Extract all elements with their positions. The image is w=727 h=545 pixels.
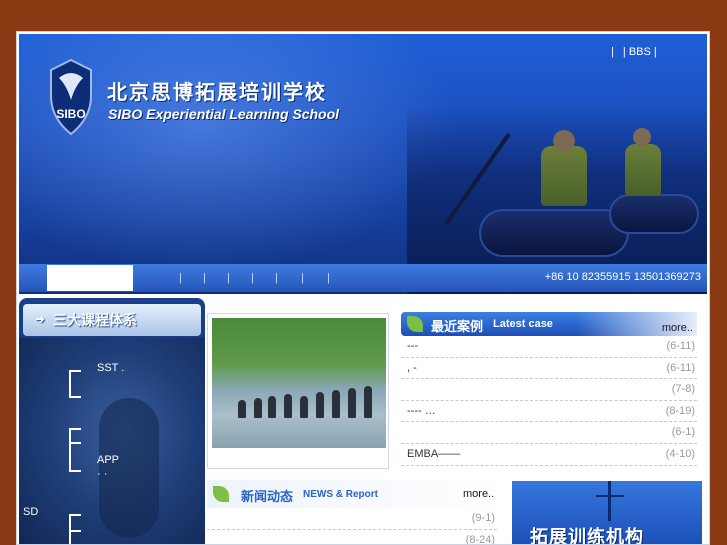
nav-bar: | | | | | | | +86 10 82355915 1350136927… — [19, 264, 707, 292]
logo-text: SIBO — [56, 107, 85, 121]
course-system-panel: ➜ 三大课程体系 SST . APP · · SD — [19, 298, 205, 544]
nav-home-tab[interactable] — [47, 265, 133, 291]
nav-separator: | — [251, 272, 254, 284]
nav-separator: | — [327, 272, 330, 284]
case-title[interactable]: --- — [407, 340, 418, 352]
course-item-dots: · · — [97, 468, 108, 480]
case-date: (4-10) — [665, 447, 695, 460]
top-link-divider: | — [611, 46, 614, 58]
case-date: (6-1) — [671, 426, 695, 439]
news-more-link[interactable]: more.. — [463, 488, 494, 500]
case-date: (8-19) — [665, 404, 695, 417]
tree-tick — [69, 514, 81, 516]
featured-photo-frame[interactable] — [207, 313, 389, 469]
river-crossing-photo — [212, 318, 386, 448]
top-links: | | BBS | — [611, 46, 663, 58]
leaf-icon — [407, 316, 423, 332]
banner: SIBO 北京思博拓展培训学校 SIBO Experiential Learni… — [19, 34, 707, 294]
list-item[interactable]: (7-8) — [401, 379, 697, 401]
news-date: (9-1) — [471, 512, 495, 524]
tree-tick — [69, 396, 81, 398]
rower-head-2 — [633, 128, 651, 146]
school-title-cn: 北京思博拓展培训学校 — [107, 82, 327, 104]
latest-case-title-en: Latest case — [493, 318, 553, 330]
tree-tick — [69, 470, 81, 472]
course-system-title: 三大课程体系 — [53, 312, 137, 328]
list-item[interactable]: ---- … (8-19) — [401, 401, 697, 423]
tree-connector — [69, 370, 71, 398]
raft-graphic-2 — [609, 194, 699, 234]
tree-tick — [69, 370, 81, 372]
pole-graphic — [608, 481, 611, 521]
latest-case-panel: 最近案例 Latest case more.. --- (6-11) , - (6-… — [401, 312, 697, 466]
nav-separator: | — [179, 272, 182, 284]
tree-tick — [69, 428, 81, 430]
page-frame: SIBO 北京思博拓展培训学校 SIBO Experiential Learni… — [16, 31, 710, 545]
rower-graphic-2 — [625, 144, 661, 196]
hikers-graphic — [232, 378, 382, 418]
school-title-en: SIBO Experiential Learning School — [108, 106, 340, 122]
nav-separator: | — [203, 272, 206, 284]
case-title[interactable]: ---- … — [407, 405, 436, 417]
course-item-sst[interactable]: SST . — [97, 362, 124, 374]
case-date: (7-8) — [671, 383, 695, 396]
list-item[interactable]: (6-1) — [401, 422, 697, 444]
news-date: (8-24) — [465, 533, 495, 545]
course-item-app[interactable]: APP — [97, 454, 119, 466]
tree-tick — [69, 442, 81, 444]
tree-tick — [69, 530, 81, 532]
rower-graphic — [541, 146, 587, 206]
bbs-link[interactable]: | BBS | — [623, 46, 657, 58]
case-date: (6-11) — [666, 340, 695, 352]
latest-case-header: 最近案例 Latest case more.. — [401, 312, 697, 336]
contact-phone: +86 10 82355915 13501369273 — [544, 271, 701, 283]
news-title-en: NEWS & Report — [303, 489, 378, 500]
latest-case-title-cn: 最近案例 — [431, 319, 484, 334]
list-item[interactable]: (9-1) — [207, 508, 497, 530]
training-ad-banner[interactable]: 拓展训练机构 — [512, 481, 702, 545]
list-item[interactable]: (8-24) — [207, 530, 497, 545]
news-title-cn: 新闻动态 — [241, 489, 294, 504]
tree-connector — [69, 428, 71, 472]
case-title[interactable]: EMBA—— — [407, 448, 460, 460]
raft-graphic — [479, 209, 629, 257]
arrow-right-icon: ➜ — [35, 312, 46, 326]
list-item[interactable]: , - (6-11) — [401, 358, 697, 380]
course-item-sd[interactable]: SD — [23, 506, 38, 518]
rower-head — [553, 130, 575, 152]
news-panel: 新闻动态 NEWS & Report more.. (9-1) (8-24) — [207, 480, 507, 545]
climber-graphic — [99, 398, 159, 538]
case-title[interactable]: , - — [407, 362, 417, 374]
sibo-logo[interactable]: SIBO — [45, 56, 97, 138]
latest-case-more-link[interactable]: more.. — [662, 322, 693, 334]
list-item[interactable]: EMBA—— (4-10) — [401, 444, 697, 466]
course-system-header[interactable]: ➜ 三大课程体系 — [23, 304, 201, 336]
list-item[interactable]: --- (6-11) — [401, 336, 697, 358]
leaf-icon — [213, 486, 229, 502]
nav-separator: | — [275, 272, 278, 284]
pole-crossbar-graphic — [596, 495, 624, 497]
ad-text: 拓展训练机构 — [530, 527, 644, 545]
news-header: 新闻动态 NEWS & Report more.. — [207, 480, 507, 508]
case-date: (6-11) — [666, 361, 695, 374]
nav-separator: | — [227, 272, 230, 284]
nav-separator: | — [301, 272, 304, 284]
